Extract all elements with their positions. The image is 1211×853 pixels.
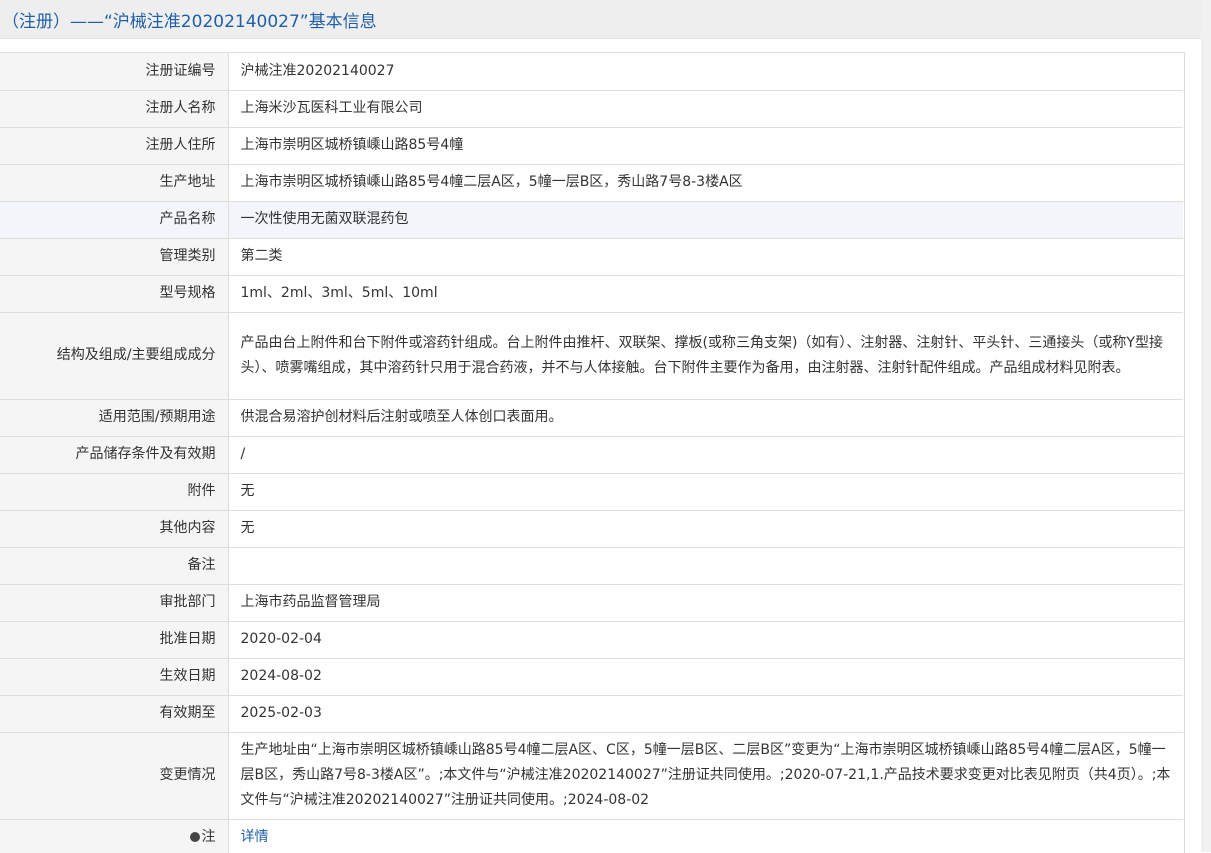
bullet-icon — [189, 832, 200, 842]
row-label: 有效期至 — [0, 695, 229, 733]
row-valid-until: 有效期至 2025-02-03 — [0, 695, 1183, 733]
row-remarks: 备注 — [0, 547, 1183, 585]
details-link[interactable]: 详情 — [228, 819, 1183, 853]
scrollbar[interactable] — [1201, 0, 1211, 852]
row-label: 注册证编号 — [0, 53, 229, 91]
row-value: 无 — [228, 510, 1183, 548]
row-value: 沪械注准20202140027 — [228, 53, 1183, 91]
row-value: 产品由台上附件和台下附件或溶药针组成。台上附件由推杆、双联架、撑板(或称三角支架… — [228, 312, 1183, 400]
page-header: （注册）——“沪械注准20202140027”基本信息 — [0, 0, 1201, 39]
row-registration-number: 注册证编号 沪械注准20202140027 — [0, 53, 1183, 91]
row-product-name: 产品名称 一次性使用无菌双联混药包 — [0, 201, 1183, 239]
row-value: 无 — [228, 473, 1183, 511]
row-model-spec: 型号规格 1ml、2ml、3ml、5ml、10ml — [0, 275, 1183, 313]
row-value: 上海市崇明区城桥镇嵊山路85号4幢 — [228, 127, 1183, 165]
row-value: 1ml、2ml、3ml、5ml、10ml — [228, 275, 1183, 313]
row-value: 一次性使用无菌双联混药包 — [228, 201, 1183, 239]
row-storage-validity: 产品储存条件及有效期 / — [0, 436, 1183, 474]
row-label: 结构及组成/主要组成成分 — [0, 312, 229, 400]
row-label: 型号规格 — [0, 275, 229, 313]
row-label: 审批部门 — [0, 584, 229, 622]
row-value: 上海市崇明区城桥镇嵊山路85号4幢二层A区，5幢一层B区，秀山路7号8-3楼A区 — [228, 164, 1183, 202]
row-label: 变更情况 — [0, 732, 229, 820]
row-management-category: 管理类别 第二类 — [0, 238, 1183, 276]
row-label: 附件 — [0, 473, 229, 511]
row-production-address: 生产地址 上海市崇明区城桥镇嵊山路85号4幢二层A区，5幢一层B区，秀山路7号8… — [0, 164, 1183, 202]
row-value: 第二类 — [228, 238, 1183, 276]
row-structure-composition: 结构及组成/主要组成成分 产品由台上附件和台下附件或溶药针组成。台上附件由推杆、… — [0, 312, 1183, 400]
row-label: 生效日期 — [0, 658, 229, 696]
row-value: 2024-08-02 — [228, 658, 1183, 696]
row-attachments: 附件 无 — [0, 473, 1183, 511]
row-label: 产品储存条件及有效期 — [0, 436, 229, 474]
row-intended-use: 适用范围/预期用途 供混合易溶护创材料后注射或喷至人体创口表面用。 — [0, 399, 1183, 437]
row-label: 批准日期 — [0, 621, 229, 659]
page-title: （注册）——“沪械注准20202140027”基本信息 — [2, 12, 377, 32]
row-label: 生产地址 — [0, 164, 229, 202]
row-value: 2020-02-04 — [228, 621, 1183, 659]
note-label: 注 — [201, 829, 216, 845]
row-change-history: 变更情况 生产地址由“上海市崇明区城桥镇嵊山路85号4幢二层A区、C区，5幢一层… — [0, 732, 1183, 820]
row-label: 管理类别 — [0, 238, 229, 276]
row-value: 供混合易溶护创材料后注射或喷至人体创口表面用。 — [228, 399, 1183, 437]
row-value: 2025-02-03 — [228, 695, 1183, 733]
row-approval-date: 批准日期 2020-02-04 — [0, 621, 1183, 659]
row-value: 上海米沙瓦医科工业有限公司 — [228, 90, 1183, 128]
row-label: 注 — [0, 819, 229, 853]
row-other-content: 其他内容 无 — [0, 510, 1183, 548]
row-label: 适用范围/预期用途 — [0, 399, 229, 437]
row-effective-date: 生效日期 2024-08-02 — [0, 658, 1183, 696]
info-table: 注册证编号 沪械注准20202140027 注册人名称 上海米沙瓦医科工业有限公… — [0, 53, 1183, 853]
row-registrant-name: 注册人名称 上海米沙瓦医科工业有限公司 — [0, 90, 1183, 128]
row-label: 注册人住所 — [0, 127, 229, 165]
row-value: 上海市药品监督管理局 — [228, 584, 1183, 622]
info-panel: 注册证编号 沪械注准20202140027 注册人名称 上海米沙瓦医科工业有限公… — [0, 52, 1185, 853]
row-label: 备注 — [0, 547, 229, 585]
row-approval-department: 审批部门 上海市药品监督管理局 — [0, 584, 1183, 622]
row-note: 注 详情 — [0, 819, 1183, 853]
row-value — [228, 547, 1183, 585]
row-label: 注册人名称 — [0, 90, 229, 128]
row-label: 其他内容 — [0, 510, 229, 548]
row-label: 产品名称 — [0, 201, 229, 239]
row-registrant-address: 注册人住所 上海市崇明区城桥镇嵊山路85号4幢 — [0, 127, 1183, 165]
row-value: 生产地址由“上海市崇明区城桥镇嵊山路85号4幢二层A区、C区，5幢一层B区、二层… — [228, 732, 1183, 820]
row-value: / — [228, 436, 1183, 474]
